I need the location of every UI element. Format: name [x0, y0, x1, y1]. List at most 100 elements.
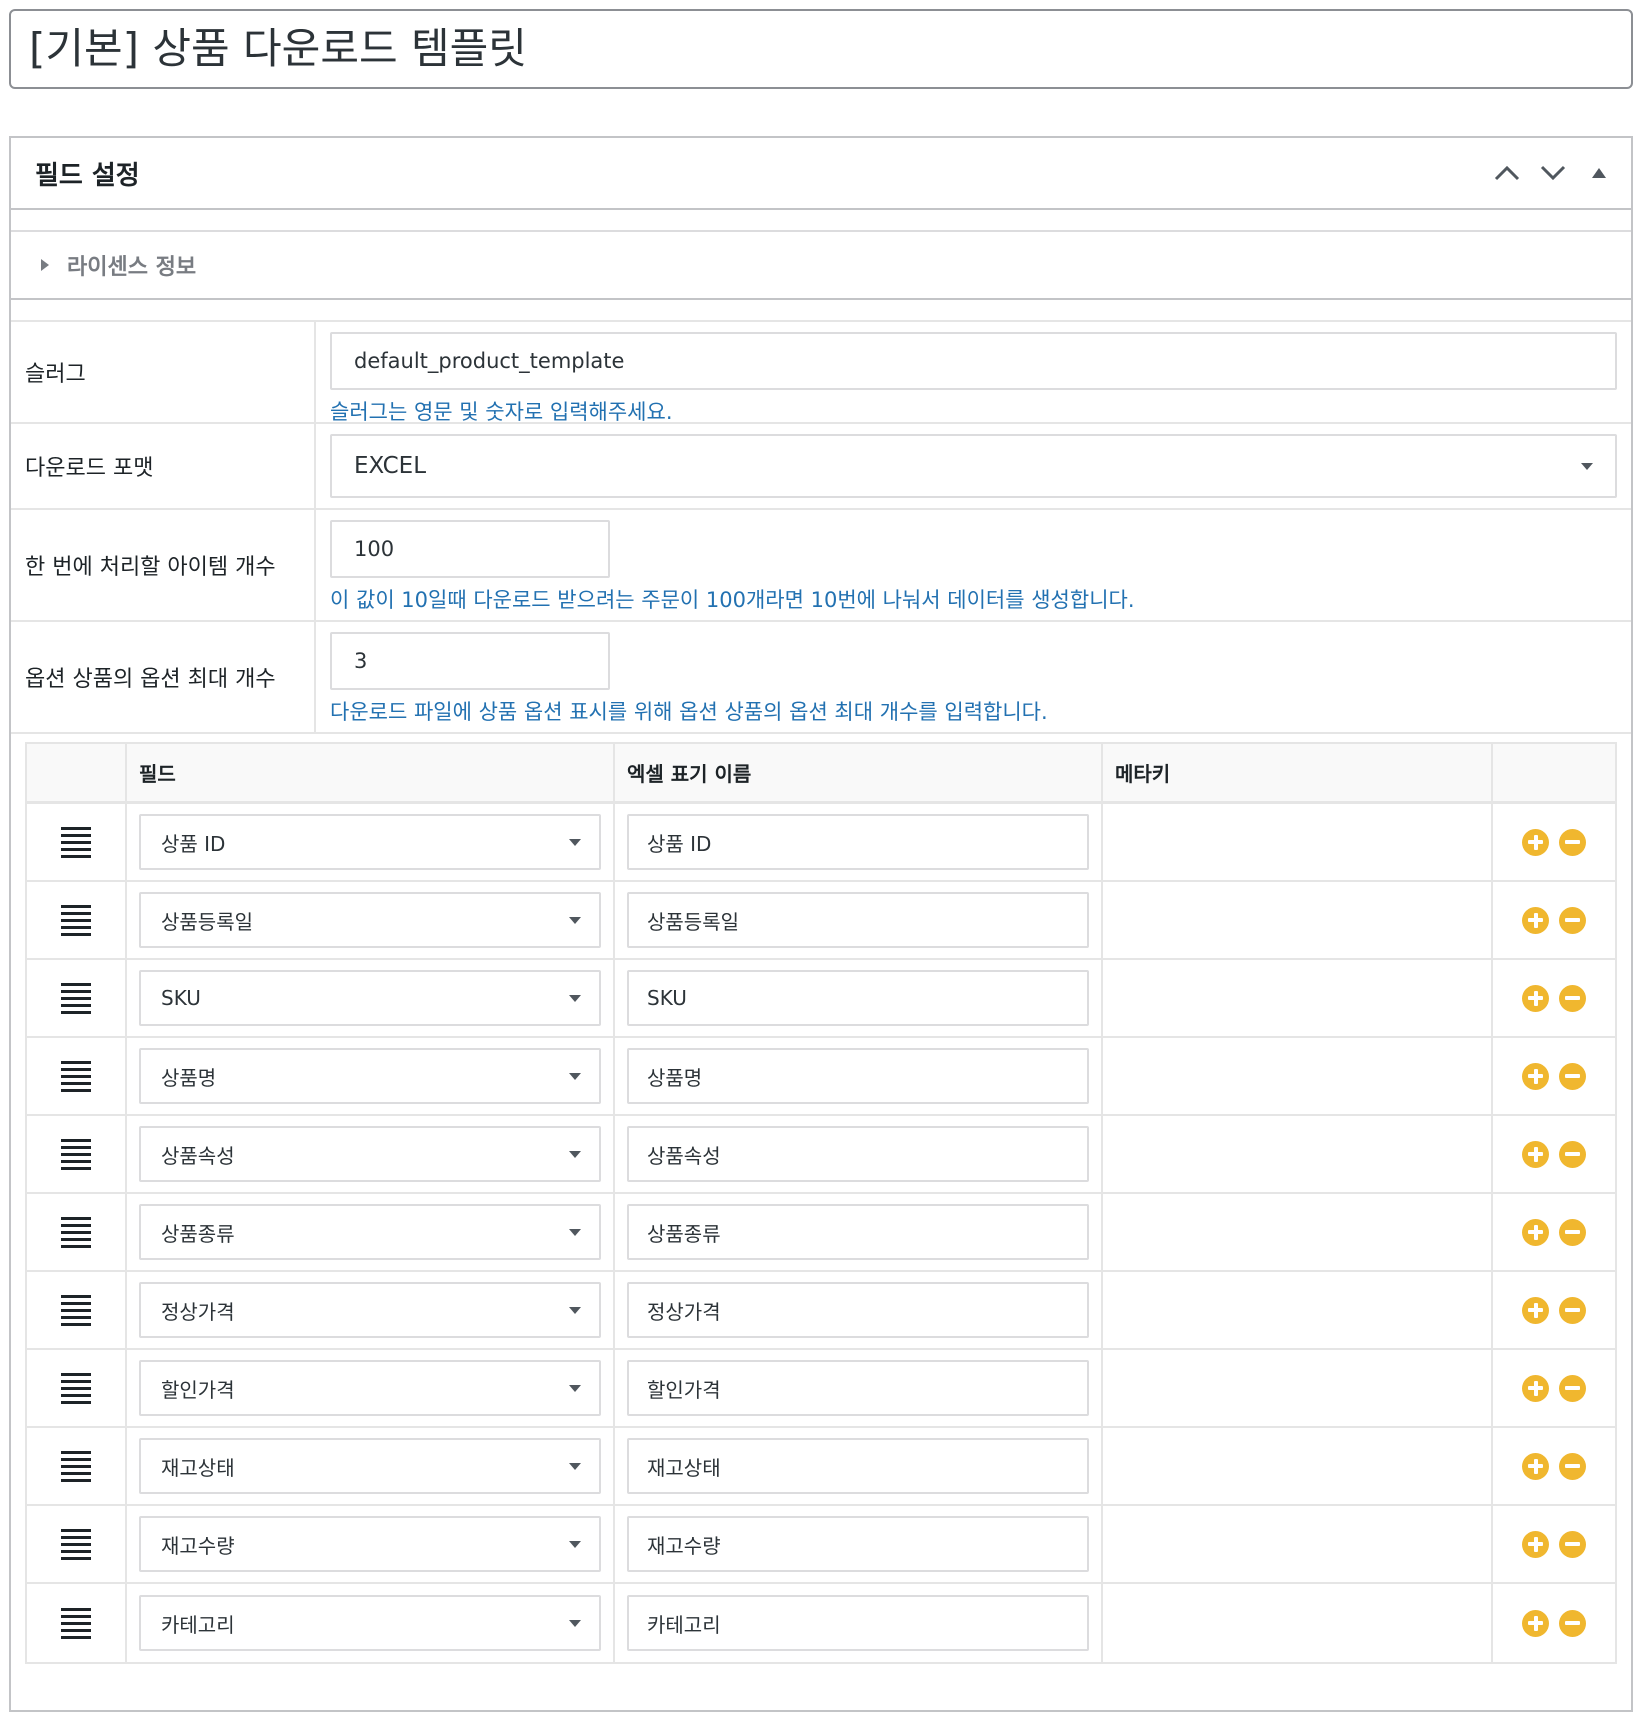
chevron-down-icon — [569, 1306, 581, 1314]
drag-handle-icon[interactable] — [61, 904, 91, 936]
add-row-icon[interactable] — [1522, 1452, 1549, 1480]
field-select-value: 재고상태 — [161, 1455, 235, 1480]
remove-row-icon[interactable] — [1559, 906, 1586, 934]
meta-key-cell — [1103, 1506, 1493, 1582]
chevron-down-icon — [569, 1384, 581, 1392]
field-select-value: 상품 ID — [161, 831, 226, 856]
excel-name-input[interactable]: SKU — [627, 970, 1089, 1026]
chevron-down-icon — [569, 838, 581, 846]
remove-row-icon[interactable] — [1559, 1452, 1586, 1480]
format-select-value: EXCEL — [354, 453, 427, 479]
add-row-icon[interactable] — [1522, 1296, 1549, 1324]
template-title[interactable]: [기본] 상품 다운로드 템플릿 — [29, 28, 527, 70]
field-select-value: 정상가격 — [161, 1299, 235, 1324]
excel-name-input[interactable]: 상품등록일 — [627, 892, 1089, 948]
table-row: 재고상태 재고상태 — [27, 1428, 1615, 1506]
field-select[interactable]: SKU — [139, 970, 601, 1026]
license-info-toggle[interactable]: 라이센스 정보 — [11, 230, 1631, 300]
field-select[interactable]: 상품속성 — [139, 1126, 601, 1182]
add-row-icon[interactable] — [1522, 1062, 1549, 1090]
field-mapping-table: 필드 엑셀 표기 이름 메타키 상품 ID 상품 ID 상품등록일 상품등록일 SKU S… — [25, 742, 1617, 1664]
meta-key-cell — [1103, 1194, 1493, 1270]
add-row-icon[interactable] — [1522, 1140, 1549, 1168]
title-field[interactable]: [기본] 상품 다운로드 템플릿 — [9, 9, 1633, 89]
field-select-value: 카테고리 — [161, 1612, 235, 1637]
excel-name-input[interactable]: 상품 ID — [627, 814, 1089, 870]
remove-row-icon[interactable] — [1559, 1296, 1586, 1324]
field-select[interactable]: 상품명 — [139, 1048, 601, 1104]
remove-row-icon[interactable] — [1559, 828, 1586, 856]
add-row-icon[interactable] — [1522, 1218, 1549, 1246]
move-down-icon[interactable] — [1537, 157, 1569, 189]
slug-input[interactable]: default_product_template — [330, 332, 1617, 390]
field-select[interactable]: 재고수량 — [139, 1516, 601, 1572]
batch-row: 한 번에 처리할 아이템 개수 100 이 값이 10일때 다운로드 받으려는 … — [11, 510, 1631, 622]
drag-handle-icon[interactable] — [61, 1138, 91, 1170]
field-settings-panel: 필드 설정 라이센스 정보 슬러그 default_product_templa… — [9, 136, 1633, 1712]
max-options-row: 옵션 상품의 옵션 최대 개수 3 다운로드 파일에 상품 옵션 표시를 위해 … — [11, 622, 1631, 734]
remove-row-icon[interactable] — [1559, 1140, 1586, 1168]
excel-name-input[interactable]: 재고수량 — [627, 1516, 1089, 1572]
excel-name-input[interactable]: 상품명 — [627, 1048, 1089, 1104]
format-select[interactable]: EXCEL — [330, 434, 1617, 498]
field-select[interactable]: 할인가격 — [139, 1360, 601, 1416]
remove-row-icon[interactable] — [1559, 984, 1586, 1012]
collapse-toggle-icon[interactable] — [1583, 157, 1615, 189]
max-options-input[interactable]: 3 — [330, 632, 610, 690]
add-row-icon[interactable] — [1522, 1374, 1549, 1402]
add-row-icon[interactable] — [1522, 984, 1549, 1012]
drag-handle-icon[interactable] — [61, 1450, 91, 1482]
settings-form: 슬러그 default_product_template 슬러그는 영문 및 숫… — [11, 320, 1631, 734]
table-body: 상품 ID 상품 ID 상품등록일 상품등록일 SKU SKU 상품명 상품명상품속성 상품속성… — [27, 804, 1615, 1662]
format-row: 다운로드 포맷 EXCEL — [11, 424, 1631, 510]
remove-row-icon[interactable] — [1559, 1062, 1586, 1090]
chevron-down-icon — [569, 916, 581, 924]
drag-handle-icon[interactable] — [61, 1294, 91, 1326]
meta-key-cell — [1103, 1428, 1493, 1504]
chevron-down-icon — [1581, 462, 1593, 470]
max-options-label: 옵션 상품의 옵션 최대 개수 — [11, 622, 316, 732]
drag-handle-icon[interactable] — [61, 826, 91, 858]
add-row-icon[interactable] — [1522, 1609, 1549, 1637]
meta-key-cell — [1103, 804, 1493, 880]
field-select[interactable]: 상품등록일 — [139, 892, 601, 948]
excel-name-input[interactable]: 재고상태 — [627, 1438, 1089, 1494]
excel-name-input[interactable]: 상품속성 — [627, 1126, 1089, 1182]
field-select[interactable]: 상품 ID — [139, 814, 601, 870]
excel-name-input[interactable]: 할인가격 — [627, 1360, 1089, 1416]
add-row-icon[interactable] — [1522, 1530, 1549, 1558]
meta-key-cell — [1103, 1038, 1493, 1114]
meta-key-cell — [1103, 882, 1493, 958]
move-up-icon[interactable] — [1491, 157, 1523, 189]
field-select[interactable]: 카테고리 — [139, 1595, 601, 1651]
remove-row-icon[interactable] — [1559, 1609, 1586, 1637]
drag-handle-icon[interactable] — [61, 1372, 91, 1404]
drag-handle-icon[interactable] — [61, 1528, 91, 1560]
chevron-down-icon — [569, 1462, 581, 1470]
remove-row-icon[interactable] — [1559, 1530, 1586, 1558]
drag-handle-icon[interactable] — [61, 1216, 91, 1248]
add-row-icon[interactable] — [1522, 906, 1549, 934]
excel-name-input[interactable]: 정상가격 — [627, 1282, 1089, 1338]
field-select[interactable]: 정상가격 — [139, 1282, 601, 1338]
field-select[interactable]: 재고상태 — [139, 1438, 601, 1494]
add-row-icon[interactable] — [1522, 828, 1549, 856]
excel-name-input[interactable]: 카테고리 — [627, 1595, 1089, 1651]
panel-title: 필드 설정 — [35, 160, 140, 191]
meta-key-cell — [1103, 1272, 1493, 1348]
drag-handle-icon[interactable] — [61, 1060, 91, 1092]
meta-key-cell — [1103, 1584, 1493, 1662]
excel-name-input[interactable]: 상품종류 — [627, 1204, 1089, 1260]
table-row: 상품 ID 상품 ID — [27, 804, 1615, 882]
remove-row-icon[interactable] — [1559, 1374, 1586, 1402]
remove-row-icon[interactable] — [1559, 1218, 1586, 1246]
chevron-down-icon — [569, 1540, 581, 1548]
header-field: 필드 — [127, 744, 615, 801]
batch-help: 이 값이 10일때 다운로드 받으려는 주문이 100개라면 10번에 나눠서 … — [330, 588, 1135, 612]
table-header: 필드 엑셀 표기 이름 메타키 — [27, 744, 1615, 804]
field-select[interactable]: 상품종류 — [139, 1204, 601, 1260]
drag-handle-icon[interactable] — [61, 1607, 91, 1639]
drag-handle-icon[interactable] — [61, 982, 91, 1014]
batch-input[interactable]: 100 — [330, 520, 610, 578]
table-row: 상품등록일 상품등록일 — [27, 882, 1615, 960]
